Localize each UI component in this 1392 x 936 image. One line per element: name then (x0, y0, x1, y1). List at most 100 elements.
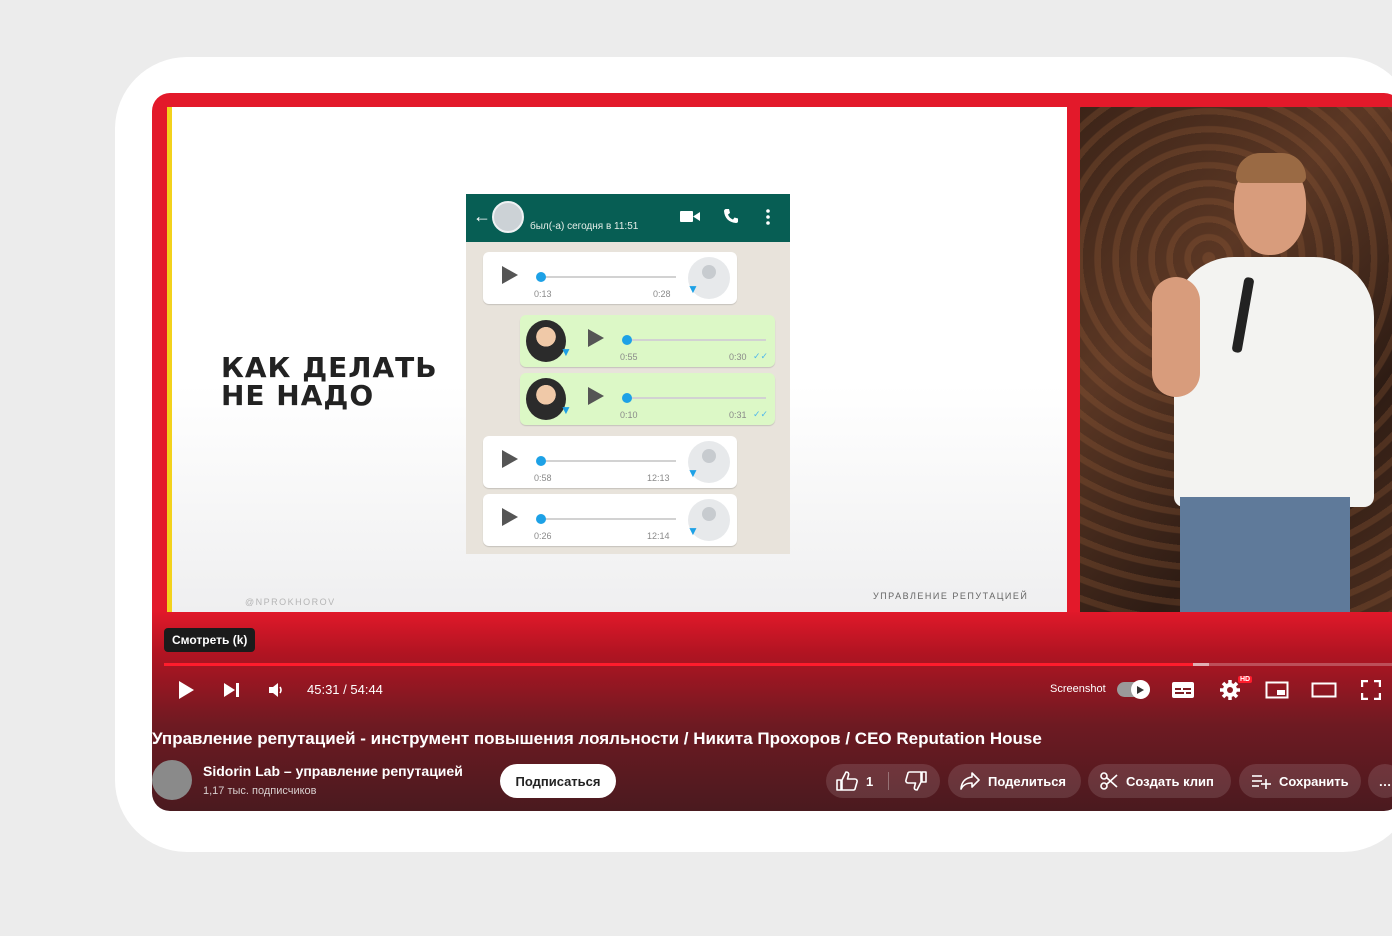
message-track (541, 518, 676, 520)
next-icon (224, 683, 239, 697)
message-track (626, 339, 766, 341)
mic-icon: ▼ (687, 282, 699, 296)
menu-dots-icon (766, 209, 770, 225)
speaker-jeans (1180, 497, 1350, 612)
slide-heading: КАК ДЕЛАТЬ НЕ НАДО (221, 354, 438, 410)
clip-label: Создать клип (1126, 773, 1214, 789)
message-track (626, 397, 766, 399)
play-icon (179, 681, 194, 699)
speaker-shirt (1174, 257, 1374, 507)
share-label: Поделиться (988, 773, 1067, 789)
share-icon (960, 772, 980, 790)
message-duration: 0:58 (534, 473, 552, 483)
presentation-slide: КАК ДЕЛАТЬ НЕ НАДО @NPROKHOROV УПРАВЛЕНИ… (167, 107, 1067, 612)
contact-avatar (492, 201, 524, 233)
add-to-playlist-icon (1252, 775, 1271, 789)
subtitles-icon (1172, 682, 1194, 698)
message-time: 12:13 (647, 473, 670, 483)
mic-icon: ▼ (687, 524, 699, 538)
slide-heading-line1: КАК ДЕЛАТЬ (221, 351, 438, 384)
message-time: 0:30 (729, 352, 747, 362)
time-display: 45:31 / 54:44 (307, 682, 383, 697)
save-button[interactable]: Сохранить (1239, 764, 1361, 798)
mic-icon: ▼ (560, 345, 572, 359)
create-clip-button[interactable]: Создать клип (1088, 764, 1231, 798)
message-time: 0:31 (729, 410, 747, 420)
progress-buffered (1192, 663, 1209, 666)
fullscreen-button[interactable] (1358, 677, 1384, 703)
toggle-knob (1131, 680, 1150, 699)
more-actions-button[interactable]: … (1368, 764, 1392, 798)
share-button[interactable]: Поделиться (948, 764, 1081, 798)
message-duration: 0:10 (620, 410, 638, 420)
voice-message: ▼ 0:10 0:31 ✓✓ (520, 373, 775, 425)
play-icon (588, 387, 604, 405)
message-progress-dot (536, 456, 546, 466)
miniplayer-button[interactable] (1264, 677, 1290, 703)
speaker-camera (1080, 107, 1392, 612)
mic-icon: ▼ (560, 403, 572, 417)
phone-icon (724, 209, 738, 223)
theater-icon (1311, 682, 1337, 698)
fullscreen-icon (1361, 680, 1381, 700)
message-time: 12:14 (647, 531, 670, 541)
theater-button[interactable] (1311, 677, 1337, 703)
read-ticks-icon: ✓✓ (753, 409, 769, 419)
play-tooltip: Смотреть (k) (164, 628, 256, 652)
video-call-icon (680, 211, 700, 222)
video-frame[interactable]: КАК ДЕЛАТЬ НЕ НАДО @NPROKHOROV УПРАВЛЕНИ… (152, 93, 1392, 713)
message-progress-dot (622, 335, 632, 345)
video-player[interactable]: КАК ДЕЛАТЬ НЕ НАДО @NPROKHOROV УПРАВЛЕНИ… (152, 93, 1392, 811)
save-label: Сохранить (1279, 773, 1349, 789)
thumbs-up-icon (836, 771, 858, 791)
back-arrow-icon: ← (473, 206, 491, 226)
message-progress-dot (536, 514, 546, 524)
channel-avatar[interactable] (152, 760, 192, 800)
play-icon (502, 450, 518, 468)
subscribe-button[interactable]: Подписаться (500, 764, 616, 798)
slide-footer: УПРАВЛЕНИЕ РЕПУТАЦИЕЙ (873, 591, 1029, 601)
scissors-icon (1100, 772, 1118, 790)
like-dislike-group: 1 (826, 764, 940, 798)
screenshot-toggle[interactable] (1117, 680, 1150, 699)
voice-message: 0:26 12:14 ▼ (483, 494, 737, 546)
frame-divider (1068, 107, 1080, 612)
speaker-hair (1236, 153, 1306, 183)
speaker-arm (1152, 277, 1200, 397)
chat-header: ← был(-а) сегодня в 11:51 (466, 194, 790, 242)
voice-message: 0:58 12:13 ▼ (483, 436, 737, 488)
message-progress-dot (622, 393, 632, 403)
progress-played (164, 663, 1193, 666)
subscriber-count: 1,17 тыс. подписчиков (203, 785, 317, 797)
play-icon (502, 508, 518, 526)
volume-icon (269, 683, 282, 697)
chat-status: был(-а) сегодня в 11:51 (530, 221, 639, 232)
message-track (541, 460, 676, 462)
screenshot-label: Screenshot (1050, 683, 1106, 695)
slide-accent-stripe (167, 107, 172, 612)
progress-bar[interactable] (164, 663, 1392, 666)
message-track (541, 276, 676, 278)
video-title: Управление репутацией - инструмент повыш… (152, 729, 1042, 748)
more-icon: … (1378, 773, 1392, 789)
hd-badge: HD (1238, 676, 1253, 683)
message-progress-dot (536, 272, 546, 282)
player-controls: 45:31 / 54:44 Screenshot HD (152, 673, 1392, 707)
voice-message: ▼ 0:55 0:30 ✓✓ (520, 315, 775, 367)
play-button[interactable] (174, 677, 198, 703)
subtitles-button[interactable] (1170, 677, 1196, 703)
next-button[interactable] (220, 677, 244, 703)
slide-heading-line2: НЕ НАДО (221, 379, 375, 412)
channel-name[interactable]: Sidorin Lab – управление репутацией (203, 763, 463, 779)
play-icon (1137, 685, 1144, 694)
dislike-button[interactable] (892, 764, 940, 798)
miniplayer-icon (1265, 681, 1289, 699)
like-button[interactable]: 1 (826, 764, 888, 798)
play-icon (502, 266, 518, 284)
read-ticks-icon: ✓✓ (753, 351, 769, 361)
pill-divider (888, 772, 889, 790)
slide-handle: @NPROKHOROV (245, 597, 336, 607)
whatsapp-screenshot: ← был(-а) сегодня в 11:51 0:13 0:28 ▼ ▼ … (466, 194, 790, 554)
message-time: 0:28 (653, 289, 671, 299)
volume-button[interactable] (265, 677, 289, 703)
